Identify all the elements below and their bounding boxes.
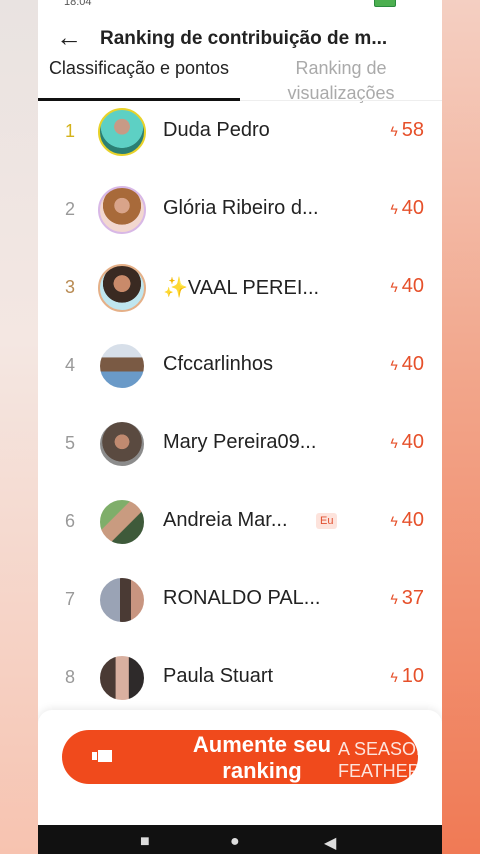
user-name[interactable]: Cfccarlinhos: [163, 353, 343, 376]
recent-apps-icon[interactable]: ■: [140, 833, 150, 851]
list-item[interactable]: 1 Duda Pedro ϟ 58: [38, 93, 442, 171]
video-icon: [92, 750, 112, 762]
score: ϟ 40: [390, 431, 424, 454]
bolt-icon: ϟ: [390, 123, 398, 139]
rank-number: 8: [64, 667, 75, 687]
home-icon[interactable]: ●: [230, 833, 240, 851]
score: ϟ 40: [390, 275, 424, 298]
watermark-line-2: FEATHERS.FLO: [338, 761, 442, 781]
bolt-icon: ϟ: [390, 279, 398, 295]
score: ϟ 40: [390, 509, 424, 532]
score: ϟ 58: [390, 119, 424, 142]
status-time: 18:04: [64, 0, 92, 8]
score-value: 40: [401, 275, 424, 297]
bolt-icon: ϟ: [390, 513, 398, 529]
score: ϟ 37: [390, 587, 424, 610]
score-value: 58: [401, 119, 424, 141]
rank-number: 1: [64, 121, 75, 141]
list-item[interactable]: 8 Paula Stuart ϟ 10: [38, 639, 442, 717]
avatar[interactable]: [98, 498, 146, 546]
avatar[interactable]: [98, 654, 146, 702]
avatar[interactable]: [98, 342, 146, 390]
score-value: 10: [401, 665, 424, 687]
status-bar: 18:04: [38, 0, 442, 10]
avatar[interactable]: [98, 420, 146, 468]
bolt-icon: ϟ: [390, 591, 398, 607]
score-value: 37: [401, 587, 424, 609]
score: ϟ 40: [390, 353, 424, 376]
score: ϟ 40: [390, 197, 424, 220]
list-item[interactable]: 7 RONALDO PAL... ϟ 37: [38, 561, 442, 639]
background-left: [0, 0, 38, 854]
tab-classificacao[interactable]: Classificação e pontos: [38, 56, 240, 81]
user-name[interactable]: Paula Stuart: [163, 665, 343, 688]
rank-number: 3: [64, 277, 75, 297]
rank-number: 6: [64, 511, 75, 531]
list-item[interactable]: 4 Cfccarlinhos ϟ 40: [38, 327, 442, 405]
avatar[interactable]: [98, 186, 146, 234]
user-name[interactable]: Glória Ribeiro d...: [163, 197, 343, 220]
score-value: 40: [401, 197, 424, 219]
list-item[interactable]: 6 Andreia Mar... Eu ϟ 40: [38, 483, 442, 561]
app-screen: 18:04 ← Ranking de contribuição de m... …: [38, 0, 442, 854]
back-icon[interactable]: ◀: [324, 833, 336, 853]
rank-number: 2: [64, 199, 75, 219]
page-title: Ranking de contribuição de m...: [100, 28, 388, 49]
user-name[interactable]: RONALDO PAL...: [163, 587, 343, 610]
avatar[interactable]: [98, 576, 146, 624]
bolt-icon: ϟ: [390, 201, 398, 217]
avatar[interactable]: [98, 108, 146, 156]
rank-number: 7: [64, 589, 75, 609]
battery-icon: [374, 0, 396, 7]
bolt-icon: ϟ: [390, 357, 398, 373]
avatar[interactable]: [98, 264, 146, 312]
score-value: 40: [401, 509, 424, 531]
bolt-icon: ϟ: [390, 435, 398, 451]
score-value: 40: [401, 431, 424, 453]
list-item[interactable]: 5 Mary Pereira09... ϟ 40: [38, 405, 442, 483]
background-right: [442, 0, 480, 854]
header: ← Ranking de contribuição de m...: [38, 18, 442, 58]
list-item[interactable]: 2 Glória Ribeiro d... ϟ 40: [38, 171, 442, 249]
system-nav-bar: ■ ● ◀: [38, 825, 442, 854]
video-watermark: A SEASON OF FEATHERS.FLO: [338, 738, 442, 782]
rank-number: 4: [64, 355, 75, 375]
back-arrow-icon[interactable]: ←: [56, 24, 82, 50]
bolt-icon: ϟ: [390, 669, 398, 685]
score-value: 40: [401, 353, 424, 375]
user-name[interactable]: Andreia Mar...: [163, 509, 303, 532]
increase-ranking-label: Aumente seu ranking: [192, 732, 332, 783]
me-badge: Eu: [316, 513, 338, 529]
watermark-line-1: A SEASON OF: [338, 739, 442, 759]
user-name[interactable]: Duda Pedro: [163, 119, 343, 142]
rank-number: 5: [64, 433, 75, 453]
user-name[interactable]: ✨VAAL PEREI...: [163, 275, 343, 300]
list-item[interactable]: 3 ✨VAAL PEREI... ϟ 40: [38, 249, 442, 327]
score: ϟ 10: [390, 665, 424, 688]
user-name[interactable]: Mary Pereira09...: [163, 431, 343, 454]
